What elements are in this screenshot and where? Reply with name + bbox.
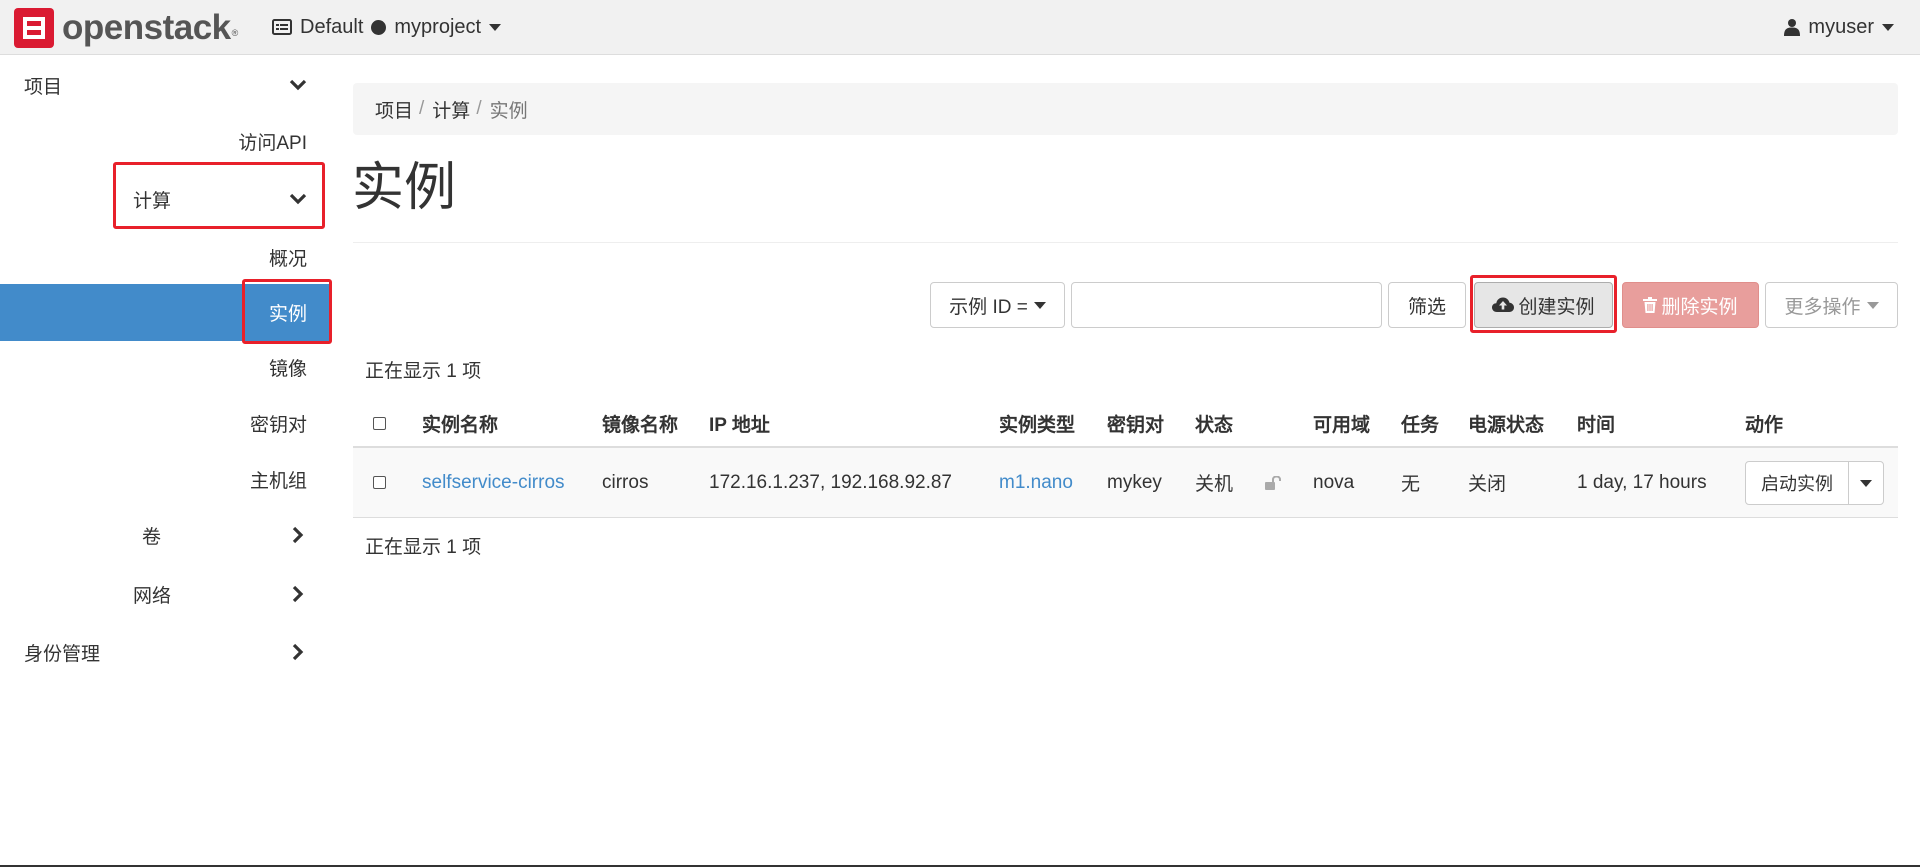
unlock-icon [1265,475,1281,490]
row-select-cell [373,448,386,517]
column-header-image[interactable]: 镜像名称 [602,400,678,446]
breadcrumb: 项目 / 计算 / 实例 [353,83,1898,135]
top-navbar: openstack ® Default myproject myuser [0,0,1920,55]
select-all-cell [373,400,386,446]
sidebar-item-label: 密钥对 [249,414,307,436]
instance-key-pair: mykey [1107,471,1162,493]
instance-image: cirros [602,471,649,493]
breadcrumb-separator: / [476,98,482,119]
openstack-logo[interactable]: openstack ® [14,8,238,48]
select-all-checkbox[interactable] [373,416,386,430]
sidebar-item-api-access[interactable]: 访问API [0,115,330,167]
sidebar-item-server-groups[interactable]: 主机组 [0,453,330,505]
sidebar-item-compute[interactable]: 计算 [0,173,330,225]
filter-input[interactable] [1071,282,1382,328]
chevron-right-icon [292,643,304,661]
unlocked-icon-cell [1265,448,1282,517]
item-count-top: 正在显示 1 项 [365,361,482,382]
sidebar-item-identity[interactable]: 身份管理 [0,626,330,678]
username: myuser [1808,15,1874,38]
sidebar-item-label: 身份管理 [24,643,101,665]
sidebar-item-label: 卷 [142,526,162,548]
sidebar-item-key-pairs[interactable]: 密钥对 [0,397,330,449]
chevron-down-icon [1882,23,1894,31]
more-actions-label: 更多操作 [1784,296,1861,318]
chevron-down-icon [289,79,307,91]
logo-wordmark: openstack [62,8,231,47]
column-header-name[interactable]: 实例名称 [422,400,498,446]
chevron-down-icon [1866,301,1879,309]
sidebar-item-label: 网络 [133,585,172,607]
column-header-age[interactable]: 时间 [1577,400,1615,446]
cloud-upload-icon [1492,297,1515,312]
sidebar-item-label: 项目 [24,76,63,98]
sidebar-item-instances[interactable]: 实例 [0,284,330,341]
column-header-status[interactable]: 状态 [1195,400,1233,446]
row-actions-dropdown[interactable] [1848,461,1884,505]
sidebar-item-images[interactable]: 镜像 [0,341,330,393]
chevron-right-icon [292,585,304,603]
project-name: myproject [394,15,482,38]
openstack-logo-icon [14,8,54,48]
domain-list-icon [272,19,292,35]
breadcrumb-item-compute[interactable]: 计算 [432,96,470,123]
project-dot-icon [371,19,387,35]
title-divider [353,242,1898,243]
sidebar-item-network[interactable]: 网络 [0,568,330,620]
sidebar-item-label: 计算 [133,190,172,212]
row-checkbox[interactable] [373,476,386,489]
column-header-availability-zone[interactable]: 可用域 [1313,400,1370,446]
delete-instance-button[interactable]: 删除实例 [1622,282,1759,328]
delete-instance-label: 删除实例 [1661,296,1738,318]
filter-field-select[interactable]: 示例 ID = [930,282,1065,328]
user-icon [1784,19,1801,36]
instance-name-link[interactable]: selfservice-cirros [422,448,565,517]
instance-power-state: 关闭 [1468,474,1507,495]
more-actions-button[interactable]: 更多操作 [1765,282,1898,328]
breadcrumb-item-project[interactable]: 项目 [375,96,413,123]
create-instance-label: 创建实例 [1518,296,1595,318]
instance-ip: 172.16.1.237, 192.168.92.87 [709,471,953,493]
chevron-down-icon [489,23,502,31]
filter-field-label: 示例 ID = [949,296,1028,318]
breadcrumb-separator: / [419,98,425,119]
item-count-bottom: 正在显示 1 项 [365,537,482,558]
sidebar-item-label: 实例 [268,304,307,325]
filter-button[interactable]: 筛选 [1388,282,1466,328]
table-header: 实例名称 镜像名称 IP 地址 实例类型 密钥对 状态 可用域 任务 电源状态 … [353,400,1898,448]
instance-status: 关机 [1195,474,1234,495]
chevron-down-icon [289,193,307,205]
create-instance-button[interactable]: 创建实例 [1474,282,1613,328]
chevron-down-icon [1860,479,1872,487]
column-header-key-pair[interactable]: 密钥对 [1107,400,1164,446]
sidebar: 项目 访问API 计算 概况 实例 镜像 密钥对 主机组 卷 网络 身份管理 [0,55,330,867]
instance-age: 1 day, 17 hours [1577,471,1707,493]
start-instance-button[interactable]: 启动实例 [1745,461,1849,505]
column-header-ip[interactable]: IP 地址 [709,400,770,446]
table-row: selfservice-cirros cirros 172.16.1.237, … [353,448,1898,518]
sidebar-item-label: 概况 [268,248,307,270]
sidebar-item-volumes[interactable]: 卷 [0,509,330,561]
instance-availability-zone: nova [1313,471,1355,493]
user-menu[interactable]: myuser [1784,0,1894,54]
instance-task: 无 [1401,474,1421,495]
column-header-flavor[interactable]: 实例类型 [999,400,1075,446]
sidebar-item-label: 访问API [238,132,307,154]
column-header-power-state[interactable]: 电源状态 [1468,400,1544,446]
trash-icon [1643,297,1658,313]
breadcrumb-item-current: 实例 [489,100,528,122]
domain-name: Default [300,15,364,38]
column-header-actions: 动作 [1745,414,1784,436]
logo-trademark: ® [231,28,239,38]
chevron-down-icon [1033,301,1046,309]
project-selector[interactable]: Default myproject [272,0,502,54]
column-header-task[interactable]: 任务 [1401,400,1439,446]
sidebar-item-overview[interactable]: 概况 [0,231,330,283]
page-title: 实例 [352,159,457,217]
chevron-right-icon [292,526,304,544]
sidebar-item-label: 主机组 [249,470,307,492]
instance-flavor-link[interactable]: m1.nano [999,448,1073,517]
sidebar-item-label: 镜像 [268,358,307,380]
sidebar-item-project[interactable]: 项目 [0,59,330,111]
